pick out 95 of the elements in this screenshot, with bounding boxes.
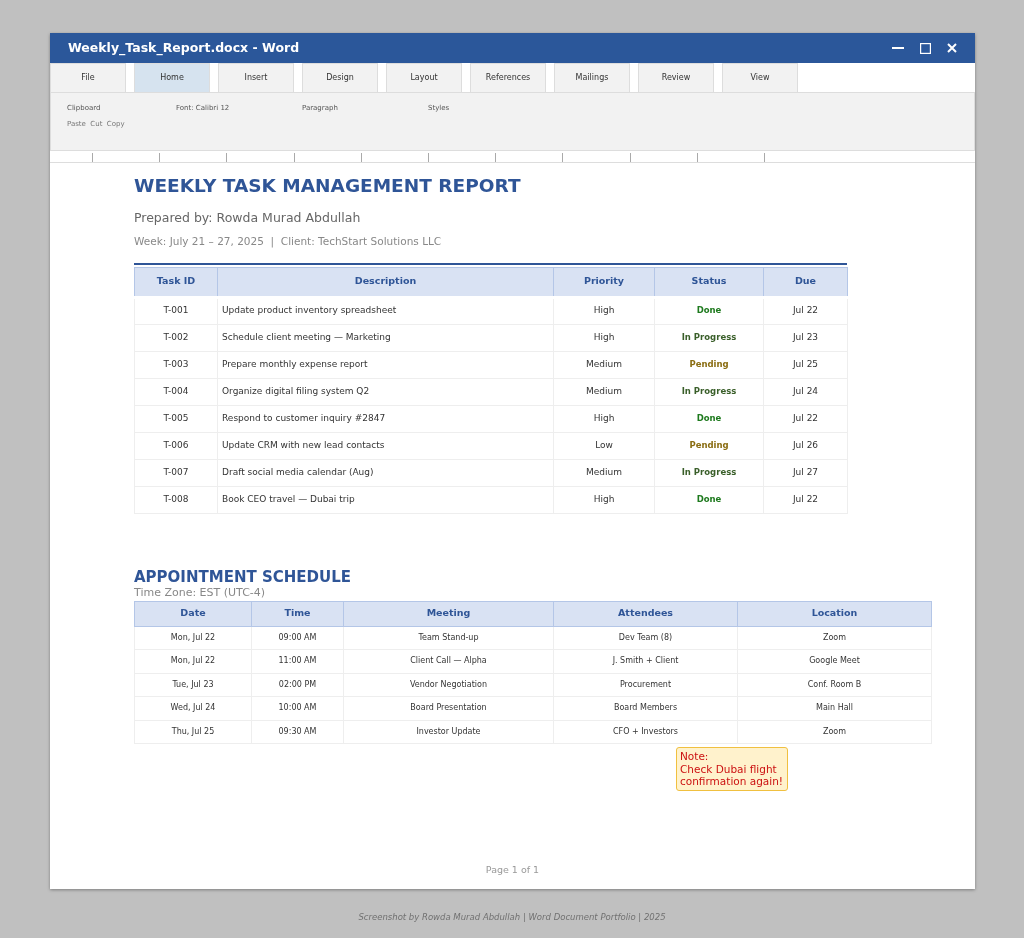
column-header: Priority: [553, 267, 655, 297]
table-cell: 11:00 AM: [251, 649, 344, 673]
table-cell: Medium: [553, 351, 655, 378]
author-line: Prepared by: Rowda Murad Abdullah: [134, 209, 362, 227]
table-cell: Update product inventory spreadsheet: [217, 297, 554, 324]
table-cell: Board Presentation: [343, 696, 554, 720]
table-cell: Zoom: [737, 626, 932, 650]
ribbon-tab[interactable]: Design: [302, 63, 378, 92]
status-text: In Progress: [681, 385, 737, 396]
table-cell: High: [553, 324, 655, 351]
ribbon-tab[interactable]: Layout: [386, 63, 462, 92]
table-cell: T-008: [134, 486, 218, 513]
table-cell: Jul 25: [763, 351, 848, 378]
table-cell: 09:00 AM: [251, 626, 344, 650]
table-cell: Vendor Negotiation: [343, 673, 554, 697]
table-cell: 02:00 PM: [251, 673, 344, 697]
table-cell: Jul 22: [763, 486, 848, 513]
column-header: Time: [251, 601, 344, 626]
document-title: WEEKLY TASK MANAGEMENT REPORT: [134, 175, 522, 197]
ribbon-tab[interactable]: File: [50, 63, 126, 92]
table-cell: Mon, Jul 22: [134, 649, 252, 673]
table-cell: Jul 26: [763, 432, 848, 459]
table-cell: Mon, Jul 22: [134, 626, 252, 650]
table-cell: Update CRM with new lead contacts: [217, 432, 554, 459]
week-line: Week: July 21 – 27, 2025 | Client: TechStart Solutions LLC: [134, 233, 443, 250]
column-header: Due: [763, 267, 848, 297]
maximize-icon[interactable]: [920, 42, 931, 54]
table-cell: Main Hall: [737, 696, 932, 720]
table-cell: Draft social media calendar (Aug): [217, 459, 554, 486]
window-title: Weekly_Task_Report.docx - Word: [68, 38, 300, 58]
table-cell: Medium: [553, 378, 655, 405]
table-cell: Tue, Jul 23: [134, 673, 252, 697]
ribbon-tab[interactable]: Review: [638, 63, 714, 92]
table-cell: Jul 22: [763, 405, 848, 432]
status-text: Pending: [689, 439, 729, 450]
table-cell: Google Meet: [737, 649, 932, 673]
table-cell: Zoom: [737, 720, 932, 744]
ribbon-tab[interactable]: Insert: [218, 63, 294, 92]
table-cell: Prepare monthly expense report: [217, 351, 554, 378]
section-heading: APPOINTMENT SCHEDULE: [134, 567, 352, 586]
table-cell: T-005: [134, 405, 218, 432]
status-text: Done: [696, 305, 722, 316]
table-cell: Wed, Jul 24: [134, 696, 252, 720]
status-text: In Progress: [681, 331, 737, 342]
table-cell: 10:00 AM: [251, 696, 344, 720]
table-cell: Jul 23: [763, 324, 848, 351]
column-header: Attendees: [553, 601, 738, 626]
column-header: Location: [737, 601, 932, 626]
table-cell: Procurement: [553, 673, 738, 697]
ribbon-tab[interactable]: Mailings: [554, 63, 630, 92]
column-header: Task ID: [134, 267, 218, 297]
table-cell: Organize digital filing system Q2: [217, 378, 554, 405]
ribbon-tab[interactable]: View: [722, 63, 798, 92]
ribbon-tab[interactable]: Home: [134, 63, 210, 92]
table-cell: T-003: [134, 351, 218, 378]
table-cell: High: [553, 486, 655, 513]
column-header: Status: [654, 267, 764, 297]
status-text: Done: [696, 493, 722, 504]
table-cell: Jul 24: [763, 378, 848, 405]
status-text: In Progress: [681, 466, 737, 477]
status-text: Pending: [689, 358, 729, 369]
table-cell: Conf. Room B: [737, 673, 932, 697]
table-cell: Team Stand-up: [343, 626, 554, 650]
table-cell: Schedule client meeting — Marketing: [217, 324, 554, 351]
time-zone-text: Time Zone: EST (UTC-4): [134, 586, 267, 599]
column-header: Description: [217, 267, 554, 297]
table-cell: Jul 27: [763, 459, 848, 486]
table-cell: CFO + Investors: [553, 720, 738, 744]
table-cell: T-004: [134, 378, 218, 405]
table-cell: T-001: [134, 297, 218, 324]
table-cell: Book CEO travel — Dubai trip: [217, 486, 554, 513]
table-cell: Thu, Jul 25: [134, 720, 252, 744]
table-cell: Dev Team (8): [553, 626, 738, 650]
table-cell: J. Smith + Client: [553, 649, 738, 673]
table-cell: Board Members: [553, 696, 738, 720]
ribbon-tab[interactable]: References: [470, 63, 546, 92]
table-cell: T-006: [134, 432, 218, 459]
table-cell: High: [553, 405, 655, 432]
caption: Screenshot by Rowda Murad Abdullah | Word Document Portfolio | 2025: [357, 911, 667, 924]
table-cell: 09:30 AM: [251, 720, 344, 744]
page-number: Page 1 of 1: [484, 862, 541, 877]
table-cell: Jul 22: [763, 297, 848, 324]
table-cell: Client Call — Alpha: [343, 649, 554, 673]
table-cell: T-007: [134, 459, 218, 486]
table-cell: Low: [553, 432, 655, 459]
close-icon[interactable]: [947, 43, 957, 53]
table-cell: High: [553, 297, 655, 324]
column-header: Meeting: [343, 601, 554, 626]
column-header: Date: [134, 601, 252, 626]
note-callout: Note: Check Dubai flight confirmation again!: [676, 747, 788, 791]
status-text: Done: [696, 412, 722, 423]
table-cell: Medium: [553, 459, 655, 486]
table-cell: Investor Update: [343, 720, 554, 744]
table-cell: T-002: [134, 324, 218, 351]
table-cell: Respond to customer inquiry #2847: [217, 405, 554, 432]
